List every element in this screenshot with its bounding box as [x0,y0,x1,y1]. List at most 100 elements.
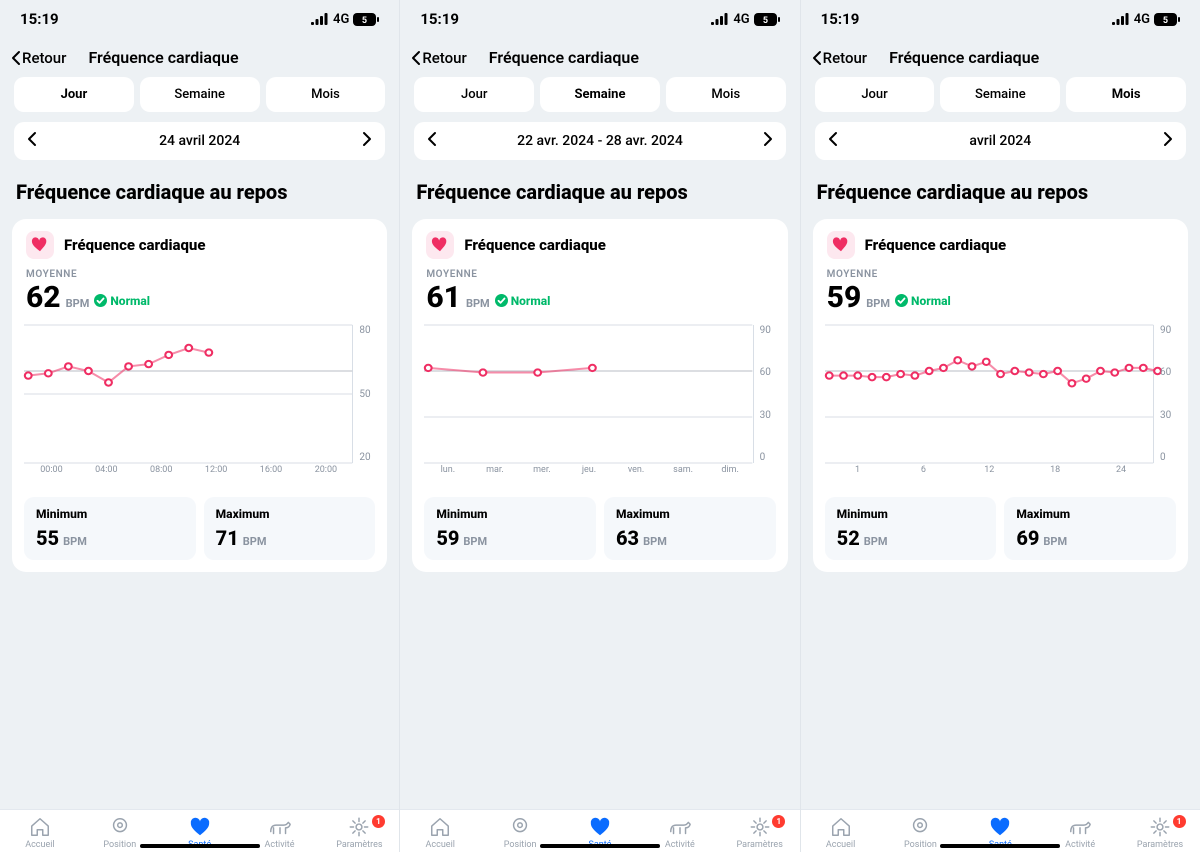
hr-card: Fréquence cardiaqueMOYENNE62BPMNormal805… [12,219,387,572]
date-next[interactable] [1164,132,1172,150]
back-label: Retour [422,49,466,67]
tab-semaine[interactable]: Semaine [140,77,260,112]
pin-icon [909,816,931,838]
tab-jour[interactable]: Jour [14,77,134,112]
max-unit: BPM [243,535,267,548]
chart: 906030016121824 [825,325,1182,485]
dog-icon [668,816,692,838]
nav-label: Activité [1065,840,1095,850]
signal-icon [311,13,329,25]
chevron-left-icon [12,51,20,65]
nav-paramètres[interactable]: Paramètres1 [720,816,800,850]
battery-icon: 5 [754,13,780,26]
section-title: Fréquence cardiaque au repos [817,180,1184,205]
battery-icon: 5 [1154,13,1180,26]
network-label: 4G [733,12,749,27]
tab-jour[interactable]: Jour [815,77,935,112]
page-title: Fréquence cardiaque [889,48,1039,67]
battery-icon: 5 [353,13,379,26]
back-button[interactable]: Retour [12,49,66,67]
x-axis: lun.mar.mer.jeu.ven.sam.dim. [424,465,753,485]
max-label: Maximum [616,507,764,521]
date-navigator: 22 avr. 2024 - 28 avr. 2024 [414,122,785,160]
nav-label: Accueil [426,840,455,850]
min-unit: BPM [63,535,87,548]
date-prev[interactable] [28,132,36,150]
nav-label: Accueil [25,840,54,850]
hr-card: Fréquence cardiaqueMOYENNE61BPMNormal906… [412,219,787,572]
section-title: Fréquence cardiaque au repos [416,180,783,205]
avg-value: 62 [26,280,61,315]
nav-paramètres[interactable]: Paramètres1 [319,816,399,850]
date-label: avril 2024 [969,133,1031,149]
max-box: Maximum71BPM [204,497,376,560]
nav-accueil[interactable]: Accueil [400,816,480,850]
back-button[interactable]: Retour [813,49,867,67]
date-navigator: 24 avril 2024 [14,122,385,160]
home-indicator [140,844,260,848]
tab-jour[interactable]: Jour [414,77,534,112]
status-bar: 15:194G5 [801,0,1200,32]
tab-mois[interactable]: Mois [266,77,386,112]
min-value: 55 [36,526,59,550]
home-icon [830,816,852,838]
date-prev[interactable] [428,132,436,150]
avg-unit: BPM [866,297,890,310]
nav-paramètres[interactable]: Paramètres 1 [1120,816,1200,850]
min-box: Minimum 55 BPM [24,497,196,560]
svg-text:5: 5 [362,16,367,26]
card-title: Fréquence cardiaque [464,236,606,254]
chevron-left-icon [412,51,420,65]
nav-label: Position [504,840,537,850]
nav-accueil[interactable]: Accueil [801,816,881,850]
y-axis: 805020 [355,325,381,463]
period-tabs: JourSemaineMois [801,77,1200,112]
gear-icon [749,816,771,838]
tab-semaine[interactable]: Semaine [540,77,660,112]
min-unit: BPM [463,535,487,548]
phone-screen: 15:194G5 Retour Fréquence cardiaque JourSem… [801,0,1200,852]
check-icon [94,294,107,307]
min-label: Minimum [837,507,985,521]
date-next[interactable] [363,132,371,150]
dog-icon [268,816,292,838]
back-button[interactable]: Retour [412,49,466,67]
tab-semaine[interactable]: Semaine [940,77,1060,112]
home-indicator [940,844,1060,848]
svg-text:5: 5 [1163,16,1168,26]
nav-label: Accueil [826,840,855,850]
back-label: Retour [823,49,867,67]
y-axis: 9060300 [756,325,782,463]
status-time: 15:19 [420,10,459,28]
x-axis: 00:0004:0008:0012:0016:0020:00 [24,465,353,485]
status-bar: 15:19 4G 5 [400,0,799,32]
nav-label: Paramètres [737,840,783,850]
phone-screen: 15:194G5RetourFréquence cardiaqueJourSem… [400,0,800,852]
status-time: 15:19 [821,10,860,28]
nav-label: Paramètres [1137,840,1183,850]
tab-mois[interactable]: Mois [666,77,786,112]
date-prev[interactable] [829,132,837,150]
date-label: 22 avr. 2024 - 28 avr. 2024 [517,133,683,149]
page-title: Fréquence cardiaque [88,48,238,67]
chevron-left-icon [813,51,821,65]
nav-label: Activité [665,840,695,850]
min-label: Minimum [36,507,184,521]
network-label: 4G [333,12,349,27]
dog-icon [1068,816,1092,838]
settings-badge: 1 [1173,815,1186,828]
heart-icon [589,816,611,838]
back-label: Retour [22,49,66,67]
signal-icon [711,13,729,25]
tab-mois[interactable]: Mois [1066,77,1186,112]
date-label: 24 avril 2024 [159,133,240,149]
max-value: 69 [1016,526,1039,550]
max-box: Maximum63BPM [604,497,776,560]
card-title: Fréquence cardiaque [64,236,206,254]
avg-caption: MOYENNE [813,259,1188,280]
nav-header: RetourFréquence cardiaque [400,32,799,77]
avg-value: 59 [827,280,862,315]
gear-icon [1149,816,1171,838]
date-next[interactable] [764,132,772,150]
nav-accueil[interactable]: Accueil [0,816,80,850]
